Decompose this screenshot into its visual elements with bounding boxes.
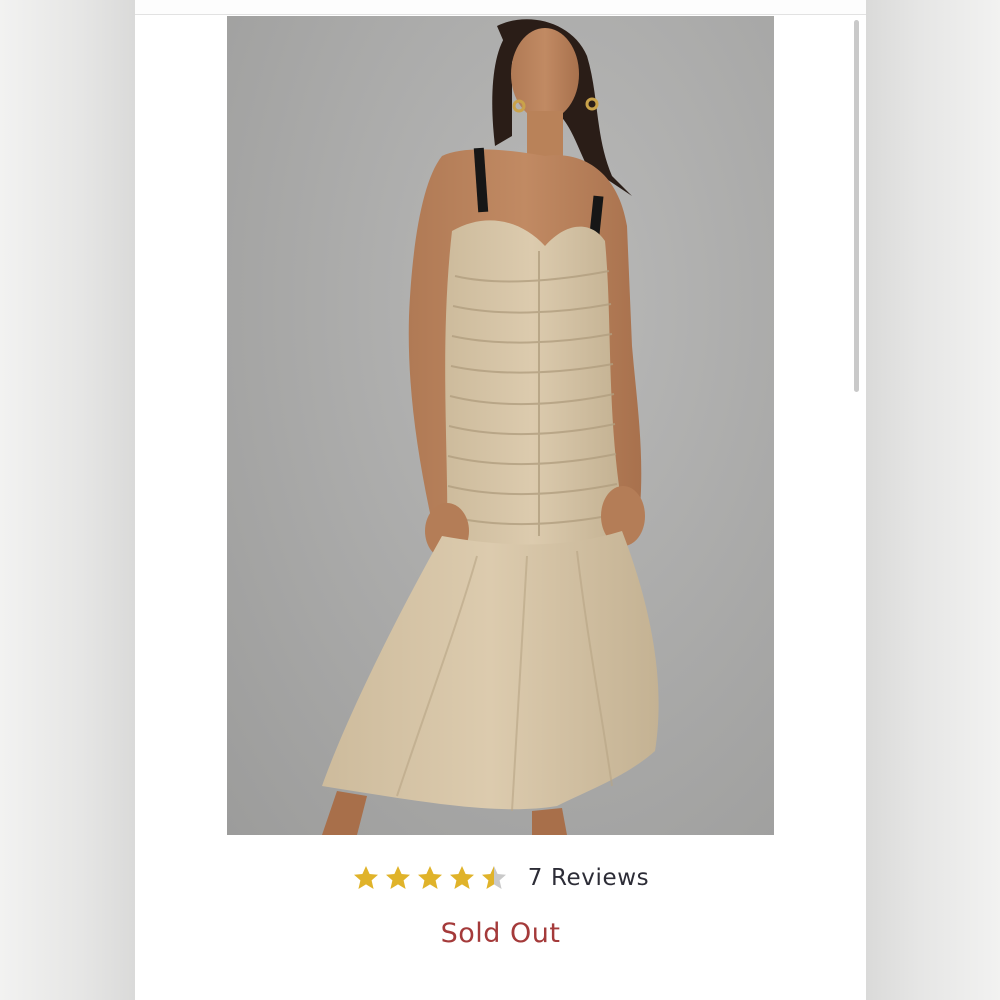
star-rating[interactable] — [352, 864, 508, 892]
availability-status: Sold Out — [440, 918, 561, 949]
scrollbar[interactable] — [854, 20, 859, 392]
star-icon — [417, 866, 442, 889]
top-bar — [135, 0, 866, 15]
product-image[interactable] — [227, 16, 774, 835]
dress-illustration — [322, 19, 659, 835]
star-icon — [481, 866, 506, 889]
star-icon — [449, 866, 474, 889]
star-icon — [385, 866, 410, 889]
background-right — [866, 0, 1000, 1000]
background-left — [0, 0, 135, 1000]
star-icon — [353, 866, 378, 889]
reviews-link[interactable]: 7 Reviews — [528, 865, 649, 891]
product-page: 7 Reviews Sold Out — [135, 0, 866, 1000]
rating-row: 7 Reviews — [135, 858, 866, 898]
